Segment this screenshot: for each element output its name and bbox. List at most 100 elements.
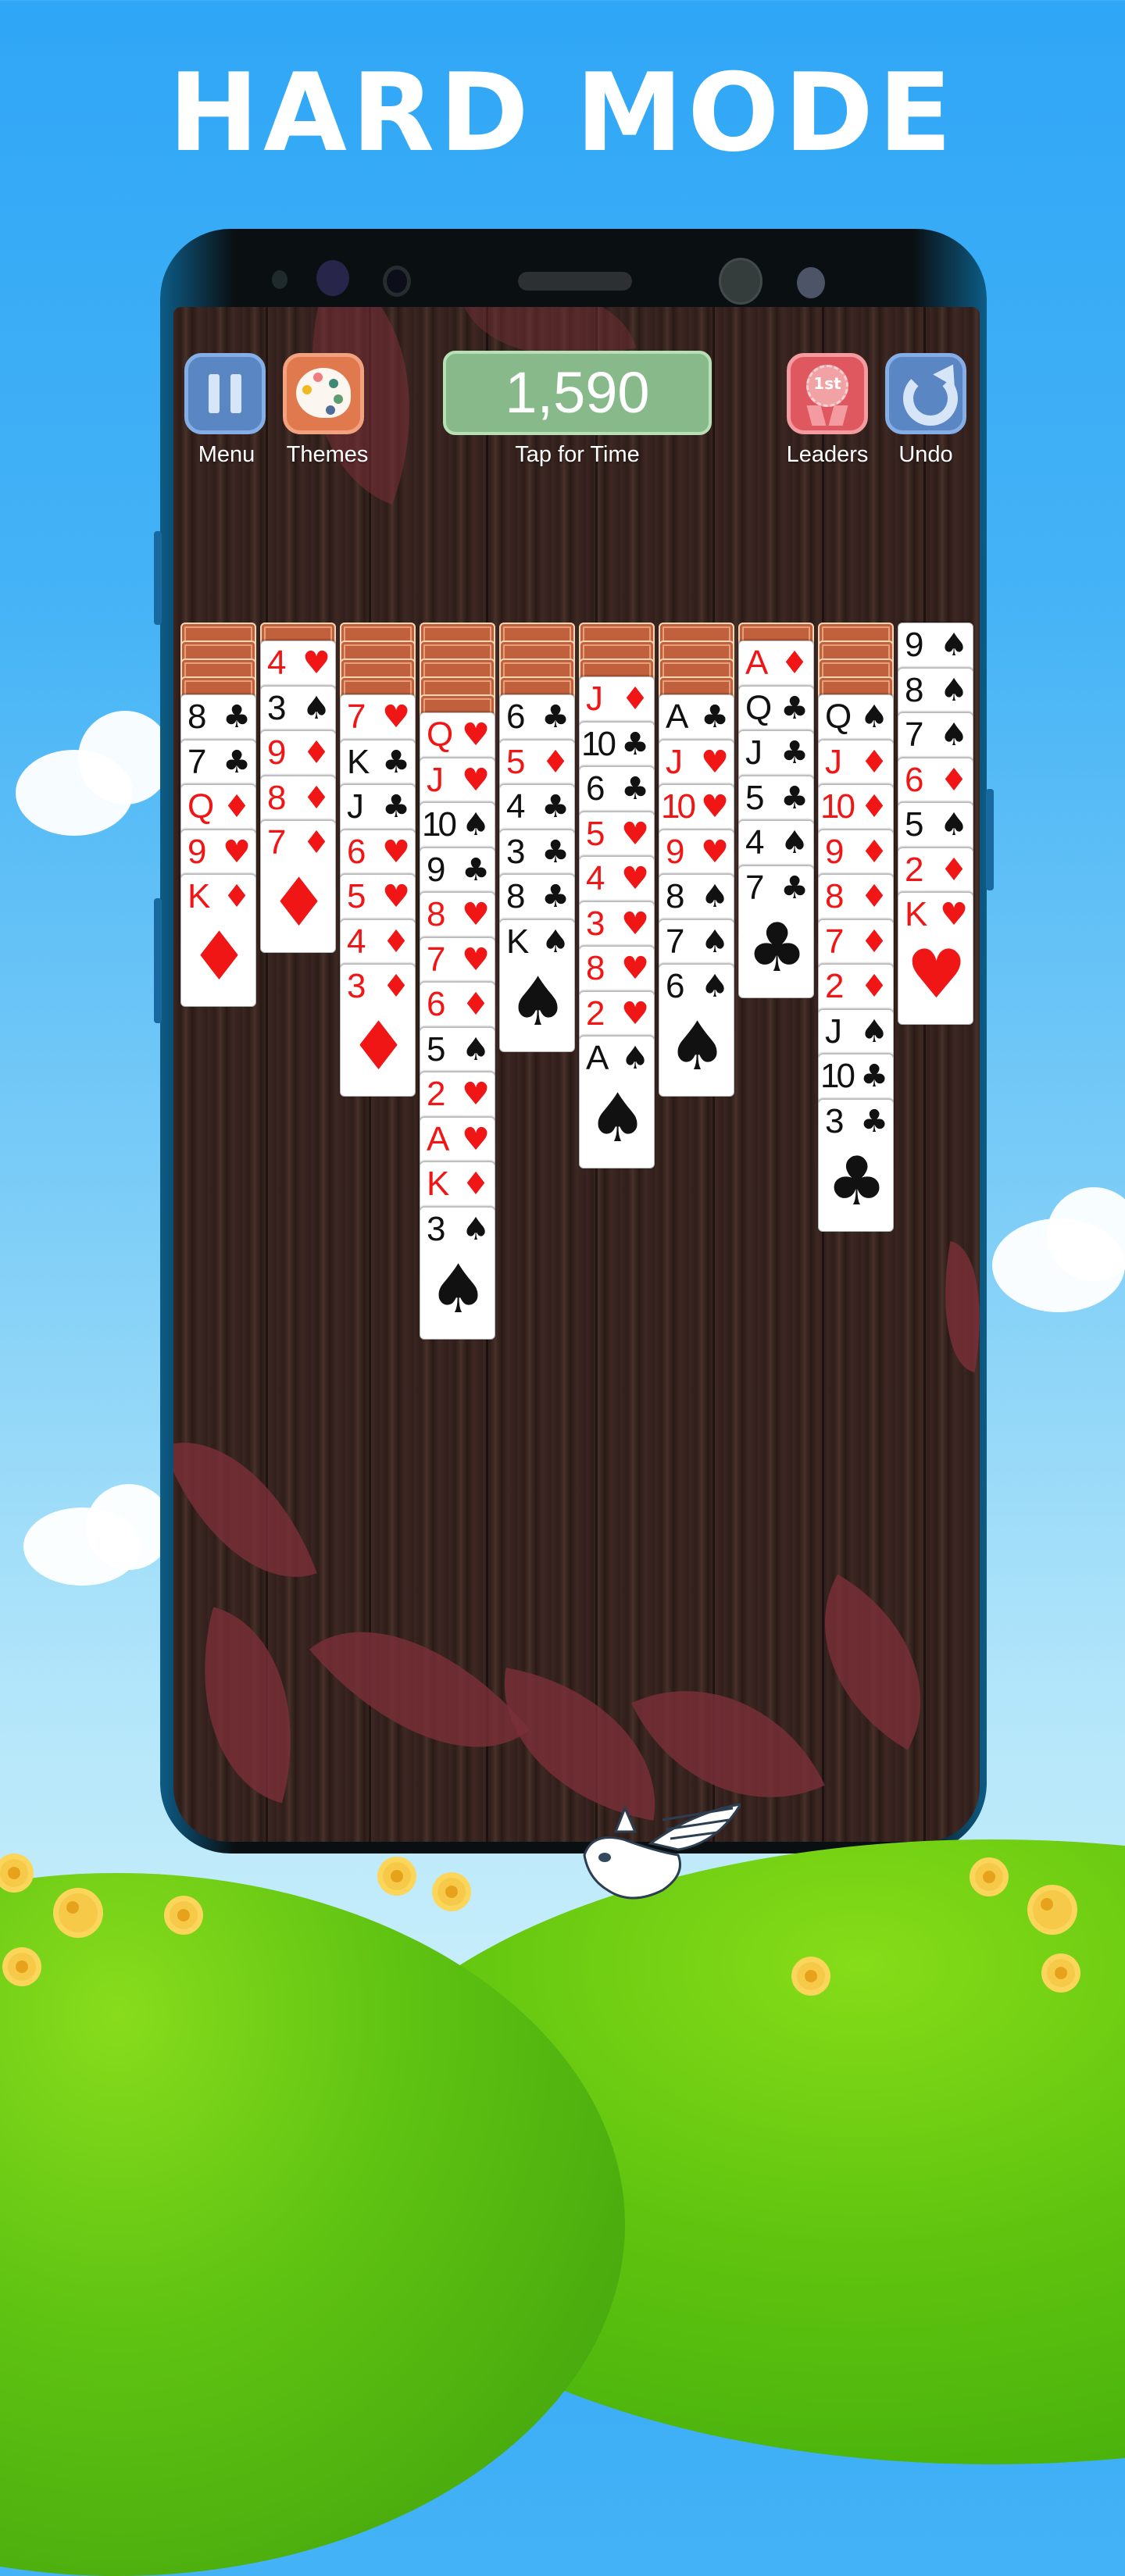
suit-icon: ♠: [302, 690, 330, 726]
suit-icon-large: ♣: [746, 908, 808, 987]
promo-headline: HARD MODE: [168, 50, 957, 176]
card-rank: 7: [905, 715, 924, 754]
card-rank: J: [745, 733, 762, 772]
suit-icon-large: ♦: [188, 918, 250, 996]
phone-sensor: [272, 270, 288, 289]
suit-icon: ♣: [223, 744, 251, 780]
suit-icon: ♦: [223, 789, 251, 825]
suit-icon: ♥: [462, 762, 490, 798]
card-rank: 9: [427, 850, 446, 889]
suit-icon: ♠: [940, 717, 968, 753]
score-display[interactable]: 1,590: [443, 351, 712, 435]
suit-icon: ♣: [462, 851, 490, 888]
card-rank: J: [825, 742, 842, 781]
suit-icon: ♥: [382, 833, 410, 870]
card-rank: J: [586, 680, 603, 718]
suit-icon: ♠: [940, 627, 968, 663]
card-rank: 6: [666, 967, 685, 1005]
card-rank: 3: [825, 1101, 845, 1140]
playing-card[interactable]: K ♦ ♦: [180, 874, 256, 1007]
playing-card[interactable]: A ♠ ♠: [579, 1036, 655, 1168]
suit-icon-large: ♠: [666, 1008, 728, 1086]
decorative-leaf: [173, 1607, 327, 1804]
card-rank: 6: [347, 832, 366, 871]
flower: [59, 1893, 98, 1932]
decorative-leaf: [779, 1574, 966, 1750]
suit-icon-large: ♠: [507, 962, 569, 1041]
flower: [383, 1862, 411, 1890]
playing-card[interactable]: 7 ♦ ♦: [260, 820, 336, 953]
suit-icon: ♣: [541, 789, 570, 825]
suit-icon-large: ♠: [587, 1079, 648, 1158]
suit-icon: ♣: [860, 1058, 888, 1094]
suit-icon: ♣: [541, 833, 570, 870]
card-rank: 6: [905, 760, 924, 799]
suit-icon: ♦: [860, 833, 888, 870]
card-rank: 4: [267, 644, 287, 682]
playing-card[interactable]: 3 ♣ ♣: [818, 1098, 894, 1232]
suit-icon: ♦: [382, 923, 410, 960]
card-rank: 2: [825, 967, 845, 1005]
card-rank: 3: [347, 967, 366, 1005]
suit-icon: ♠: [541, 923, 570, 960]
suit-icon: ♣: [860, 1103, 888, 1140]
playing-card[interactable]: 7 ♣ ♣: [738, 865, 814, 998]
card-rank: K: [427, 1165, 450, 1203]
suit-icon-large: ♥: [905, 936, 967, 1014]
playing-card[interactable]: 3 ♠ ♠: [420, 1206, 495, 1340]
suit-icon: ♦: [302, 780, 330, 816]
suit-icon: ♥: [701, 744, 729, 780]
card-rank: 8: [586, 949, 605, 987]
suit-icon: ♦: [621, 681, 649, 717]
suit-icon: ♣: [701, 699, 729, 735]
suit-icon: ♠: [462, 807, 490, 843]
suit-icon: ♥: [462, 717, 490, 753]
suit-icon: ♣: [382, 744, 410, 780]
card-rank: 3: [267, 688, 287, 727]
card-rank: 2: [905, 850, 924, 889]
card-rank: 3: [586, 904, 605, 943]
decorative-leaf: [173, 1411, 317, 1608]
flower: [0, 1859, 28, 1887]
card-rank: 3: [506, 832, 526, 871]
suit-icon: ♥: [223, 833, 251, 870]
palette-icon: [296, 368, 351, 418]
flower: [8, 1953, 36, 1981]
card-rank: 9: [267, 733, 287, 772]
suit-icon: ♦: [462, 987, 490, 1022]
menu-button[interactable]: [184, 353, 266, 434]
card-rank: 10: [422, 805, 457, 844]
suit-icon: ♠: [621, 1040, 649, 1076]
phone-side-button: [986, 789, 994, 890]
card-rank: Q: [188, 787, 215, 826]
suit-icon: ♣: [780, 780, 809, 816]
leaders-button[interactable]: 1st: [787, 353, 868, 434]
card-rank: 10: [820, 1057, 855, 1095]
front-camera: [383, 266, 411, 297]
playing-card[interactable]: K ♥ ♥: [898, 892, 973, 1025]
undo-button[interactable]: [885, 353, 966, 434]
suit-icon: ♦: [860, 879, 888, 915]
phone-speaker: [518, 272, 632, 291]
card-rank: 7: [347, 698, 366, 736]
card-rank: 10: [661, 787, 696, 826]
bird-mascot-icon: [583, 1803, 741, 1900]
suit-icon: ♥: [462, 1076, 490, 1112]
card-rank: 9: [666, 832, 685, 871]
card-rank: 7: [745, 868, 765, 907]
suit-icon: ♦: [541, 744, 570, 780]
themes-button[interactable]: [283, 353, 364, 434]
suit-icon: ♣: [382, 789, 410, 825]
suit-icon-large: ♣: [826, 1142, 888, 1221]
tap-for-time-label[interactable]: Tap for Time: [499, 442, 655, 468]
card-rank: K: [905, 895, 928, 933]
card-rank: 5: [347, 877, 366, 915]
card-rank: A: [586, 1039, 609, 1077]
suit-icon: ♠: [860, 699, 888, 735]
suit-icon: ♠: [701, 923, 729, 960]
card-rank: 8: [427, 895, 446, 933]
playing-card[interactable]: 6 ♠ ♠: [659, 964, 734, 1097]
suit-icon: ♦: [940, 762, 968, 798]
playing-card[interactable]: 3 ♦ ♦: [340, 964, 416, 1097]
playing-card[interactable]: K ♠ ♠: [499, 919, 575, 1052]
